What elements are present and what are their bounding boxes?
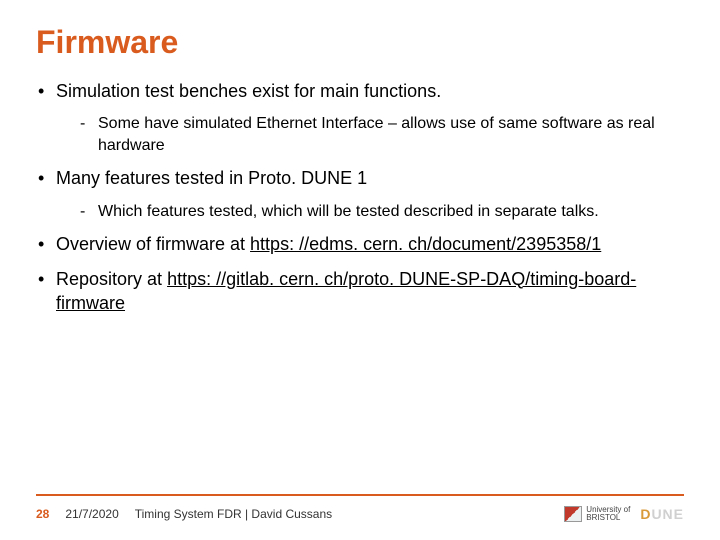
dune-logo: DUNE <box>640 506 684 522</box>
bullet-item: Many features tested in Proto. DUNE 1 Wh… <box>36 166 684 222</box>
slide-title: Firmware <box>36 24 684 61</box>
bullet-list: Simulation test benches exist for main f… <box>36 79 684 315</box>
bullet-text: Simulation test benches exist for main f… <box>56 81 441 101</box>
footer-logos: University of BRISTOL DUNE <box>564 506 684 522</box>
bullet-text: Many features tested in Proto. DUNE 1 <box>56 168 367 188</box>
bristol-line2: BRISTOL <box>586 514 630 522</box>
sub-bullet-item: Some have simulated Ethernet Interface –… <box>80 113 684 156</box>
sub-bullet-list: Some have simulated Ethernet Interface –… <box>56 113 684 156</box>
bristol-logo-text: University of BRISTOL <box>586 506 630 522</box>
footer-divider <box>36 494 684 496</box>
slide: Firmware Simulation test benches exist f… <box>0 0 720 540</box>
page-number: 28 <box>36 507 49 521</box>
bullet-item: Repository at https: //gitlab. cern. ch/… <box>36 267 684 316</box>
dune-logo-d: D <box>640 506 651 522</box>
bullet-item: Overview of firmware at https: //edms. c… <box>36 232 684 256</box>
dune-logo-rest: UNE <box>651 506 684 522</box>
bullet-text: Repository at <box>56 269 167 289</box>
bullet-text: Overview of firmware at <box>56 234 250 254</box>
sub-bullet-list: Which features tested, which will be tes… <box>56 201 684 223</box>
slide-footer: 28 21/7/2020 Timing System FDR | David C… <box>0 494 720 522</box>
sub-bullet-text: Which features tested, which will be tes… <box>98 203 599 220</box>
footer-caption: Timing System FDR | David Cussans <box>135 507 332 521</box>
sub-bullet-text: Some have simulated Ethernet Interface –… <box>98 115 655 154</box>
link-text[interactable]: https: //edms. cern. ch/document/2395358… <box>250 234 601 254</box>
footer-date: 21/7/2020 <box>65 507 118 521</box>
sub-bullet-item: Which features tested, which will be tes… <box>80 201 684 223</box>
footer-row: 28 21/7/2020 Timing System FDR | David C… <box>36 506 684 522</box>
bristol-logo: University of BRISTOL <box>564 506 630 522</box>
bullet-item: Simulation test benches exist for main f… <box>36 79 684 156</box>
bristol-crest-icon <box>564 506 582 522</box>
